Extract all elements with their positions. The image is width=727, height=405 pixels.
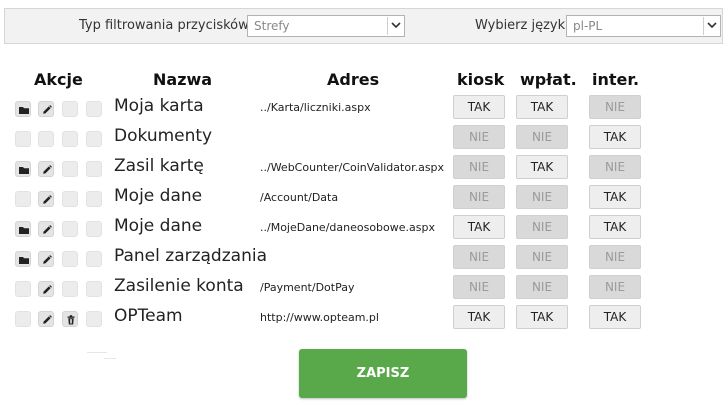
wplat-toggle-button[interactable]: NIE xyxy=(516,185,568,209)
wplat-toggle-button[interactable]: NIE xyxy=(516,125,568,149)
language-select[interactable]: pl-PL xyxy=(566,15,721,37)
header-name: Nazwa xyxy=(153,70,213,89)
inter-toggle-button[interactable]: NIE xyxy=(589,275,641,299)
inter-toggle-button[interactable]: TAK xyxy=(589,125,641,149)
edit-action-button[interactable] xyxy=(38,251,54,267)
save-button[interactable]: ZAPISZ xyxy=(299,349,467,398)
empty-action-slot xyxy=(62,191,78,207)
row-name: Zasil kartę xyxy=(114,156,204,176)
table-row: Zasil kartę ../WebCounter/CoinValidator.a… xyxy=(0,152,727,182)
table-row: Moja karta ../Karta/liczniki.aspx TAK TAK NI… xyxy=(0,92,727,122)
row-address: /Account/Data xyxy=(260,191,339,204)
header-inter: inter. xyxy=(592,70,640,89)
edit-action-button[interactable] xyxy=(38,191,54,207)
empty-action-slot xyxy=(15,191,31,207)
inter-toggle-button[interactable]: TAK xyxy=(589,305,641,329)
divider xyxy=(87,352,107,353)
empty-action-slot xyxy=(86,191,102,207)
header-actions: Akcje xyxy=(34,70,83,89)
kiosk-toggle-button[interactable]: TAK xyxy=(453,305,505,329)
row-name: OPTeam xyxy=(114,306,183,326)
row-name: Zasilenie konta xyxy=(114,276,244,296)
divider xyxy=(104,358,116,359)
row-address: http://www.opteam.pl xyxy=(260,311,379,324)
inter-toggle-button[interactable]: TAK xyxy=(589,215,641,239)
row-name: Moje dane xyxy=(114,216,203,236)
empty-action-slot xyxy=(15,281,31,297)
chevron-down-icon xyxy=(703,17,719,35)
language-label: Wybierz język: xyxy=(475,18,570,33)
table-row: Moje dane/Account/Data NIE NIE TAK xyxy=(0,182,727,212)
empty-action-slot xyxy=(15,311,31,327)
edit-action-button[interactable] xyxy=(38,161,54,177)
kiosk-toggle-button[interactable]: TAK xyxy=(453,95,505,119)
empty-action-slot xyxy=(86,101,102,117)
empty-action-slot xyxy=(86,161,102,177)
edit-action-button[interactable] xyxy=(38,281,54,297)
empty-action-slot xyxy=(62,131,78,147)
kiosk-toggle-button[interactable]: NIE xyxy=(453,275,505,299)
inter-toggle-button[interactable]: TAK xyxy=(589,185,641,209)
wplat-toggle-button[interactable]: NIE xyxy=(516,275,568,299)
inter-toggle-button[interactable]: NIE xyxy=(589,95,641,119)
header-address: Adres xyxy=(327,70,380,89)
chevron-down-icon xyxy=(387,17,403,35)
edit-action-button[interactable] xyxy=(38,311,54,327)
table-row: OPTeam http://www.opteam.pl TAK TAK TAK xyxy=(0,302,727,332)
kiosk-toggle-button[interactable]: NIE xyxy=(453,125,505,149)
row-address: /Payment/DotPay xyxy=(260,281,355,294)
folder-action-button[interactable] xyxy=(15,251,31,267)
row-name: Panel zarządzania xyxy=(114,246,267,266)
row-name: Moja karta xyxy=(114,96,204,116)
filter-bar: Typ filtrowania przycisków: Strefy Wybie… xyxy=(4,8,723,44)
wplat-toggle-button[interactable]: NIE xyxy=(516,215,568,239)
folder-action-button[interactable] xyxy=(15,221,31,237)
kiosk-toggle-button[interactable]: NIE xyxy=(453,245,505,269)
wplat-toggle-button[interactable]: TAK xyxy=(516,155,568,179)
filter-type-value: Strefy xyxy=(254,19,290,33)
wplat-toggle-button[interactable]: TAK xyxy=(516,95,568,119)
table-row: Panel zarządzania NIE NIE NIE xyxy=(0,242,727,272)
kiosk-toggle-button[interactable]: NIE xyxy=(453,185,505,209)
kiosk-toggle-button[interactable]: NIE xyxy=(453,155,505,179)
language-value: pl-PL xyxy=(573,19,603,33)
empty-action-slot xyxy=(86,281,102,297)
folder-action-button[interactable] xyxy=(15,101,31,117)
inter-toggle-button[interactable]: NIE xyxy=(589,245,641,269)
empty-action-slot xyxy=(86,221,102,237)
table-row: Zasilenie konta/Payment/DotPay NIE NIE NIE xyxy=(0,272,727,302)
table-row: Moje dane ../MojeDane/daneosobowe.aspx TAK… xyxy=(0,212,727,242)
empty-action-slot xyxy=(62,161,78,177)
row-address: ../WebCounter/CoinValidator.aspx xyxy=(260,161,445,174)
header-wplat: wpłat. xyxy=(520,70,577,89)
wplat-toggle-button[interactable]: NIE xyxy=(516,245,568,269)
empty-action-slot xyxy=(38,131,54,147)
empty-action-slot xyxy=(62,251,78,267)
empty-action-slot xyxy=(62,281,78,297)
empty-action-slot xyxy=(86,311,102,327)
empty-action-slot xyxy=(15,131,31,147)
filter-type-label: Typ filtrowania przycisków: xyxy=(79,18,253,33)
row-address: ../Karta/liczniki.aspx xyxy=(260,101,371,114)
edit-action-button[interactable] xyxy=(38,101,54,117)
empty-action-slot xyxy=(62,101,78,117)
row-name: Moje dane xyxy=(114,186,203,206)
kiosk-toggle-button[interactable]: TAK xyxy=(453,215,505,239)
empty-action-slot xyxy=(62,221,78,237)
row-address: ../MojeDane/daneosobowe.aspx xyxy=(260,221,435,234)
filter-type-select[interactable]: Strefy xyxy=(247,15,405,37)
row-name: Dokumenty xyxy=(114,126,213,146)
wplat-toggle-button[interactable]: TAK xyxy=(516,305,568,329)
header-kiosk: kiosk xyxy=(457,70,505,89)
empty-action-slot xyxy=(86,131,102,147)
edit-action-button[interactable] xyxy=(38,221,54,237)
inter-toggle-button[interactable]: NIE xyxy=(589,155,641,179)
trash-action-button[interactable] xyxy=(62,311,78,327)
table-row: Dokumenty NIE NIE TAK xyxy=(0,122,727,152)
empty-action-slot xyxy=(86,251,102,267)
folder-action-button[interactable] xyxy=(15,161,31,177)
